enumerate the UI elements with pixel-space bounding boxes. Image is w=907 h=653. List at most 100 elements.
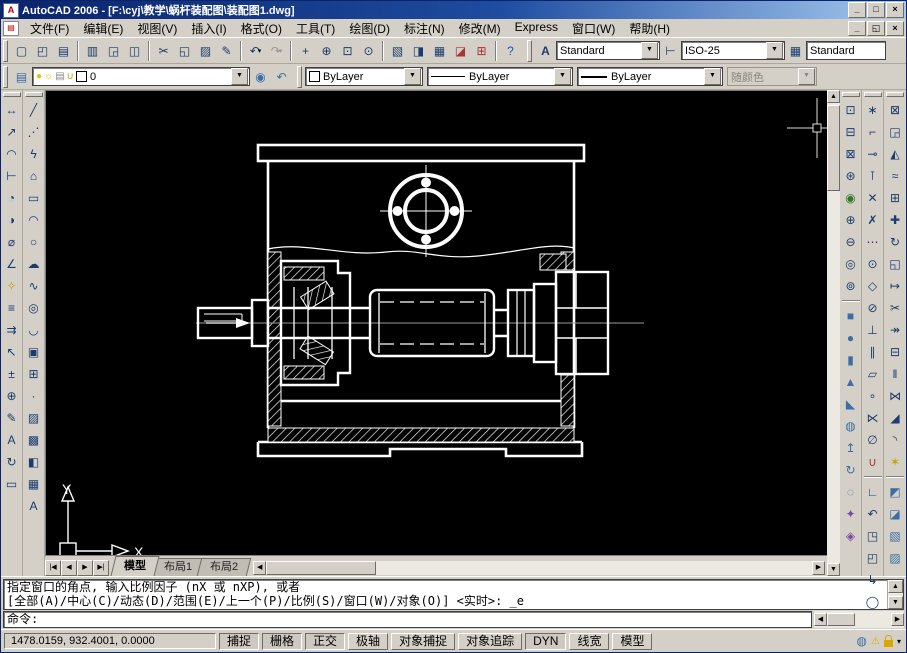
toolbar-grip[interactable] [864, 92, 882, 97]
menu-工具t[interactable]: 工具(T) [289, 19, 342, 38]
color-combo-arrow-icon[interactable]: ▼ [404, 68, 421, 85]
rotate-button[interactable]: ↻ [884, 231, 906, 253]
zoom-previous-button[interactable]: ⊙ [358, 40, 379, 61]
move-button[interactable]: ✚ [884, 209, 906, 231]
snap-to-parallel-button[interactable]: ∥ [862, 341, 884, 363]
ellipse-button[interactable]: ◎ [23, 297, 45, 319]
ucs-face-button[interactable]: ◳ [862, 525, 884, 547]
scale-button[interactable]: ◱ [884, 253, 906, 275]
ucs-previous-button[interactable]: ↶ [862, 503, 884, 525]
sphere-surface-button[interactable]: ● [840, 327, 862, 349]
lineweight-combo[interactable]: ByLayer▼ [577, 67, 723, 86]
snap-to-insert-button[interactable]: ▱ [862, 363, 884, 385]
erase-button[interactable]: ⊠ [884, 99, 906, 121]
join-button[interactable]: ⋈ [884, 385, 906, 407]
snap-to-none-button[interactable]: ∅ [862, 429, 884, 451]
bring-to-front-button[interactable]: ◩ [884, 481, 906, 503]
layer-properties-manager-button[interactable]: ▤ [11, 66, 32, 87]
close-button[interactable]: × [886, 2, 904, 18]
linetype-combo[interactable]: ByLayer▼ [427, 67, 573, 86]
paste-button[interactable]: ▨ [195, 40, 216, 61]
cylinder-surface-button[interactable]: ▮ [840, 349, 862, 371]
temporary-track-point-button[interactable]: ∗ [862, 99, 884, 121]
menu-视图v[interactable]: 视图(V) [130, 19, 184, 38]
pan-realtime-button[interactable]: + [295, 40, 316, 61]
status-toggle-线宽[interactable]: 线宽 [569, 633, 609, 650]
status-toggle-模型[interactable]: 模型 [612, 633, 652, 650]
redo-button[interactable]: ↷▾ [266, 40, 287, 61]
menu-格式o[interactable]: 格式(O) [234, 19, 289, 38]
minimize-button[interactable]: _ [848, 2, 866, 18]
snap-to-endpoint-button[interactable]: ⊸ [862, 143, 884, 165]
communication-center-icon[interactable]: ◍ [857, 634, 867, 648]
tool-palettes-button[interactable]: ▦ [429, 40, 450, 61]
menu-标注n[interactable]: 标注(N) [397, 19, 452, 38]
match-properties-button[interactable]: ✎ [216, 40, 237, 61]
copy-object-button[interactable]: ◲ [884, 121, 906, 143]
menu-编辑e[interactable]: 编辑(E) [76, 19, 130, 38]
dim-style-icon[interactable]: ⊢ [660, 40, 681, 61]
explode-button[interactable]: ✶ [884, 451, 906, 473]
zoom-in-button[interactable]: ⊕ [840, 209, 862, 231]
tab-prev-button[interactable]: ◀ [61, 560, 77, 576]
center-mark-button[interactable]: ⊕ [1, 385, 23, 407]
toolbar-grip[interactable] [25, 92, 43, 97]
status-toggle-对象追踪[interactable]: 对象追踪 [458, 633, 522, 650]
array-button[interactable]: ⊞ [884, 187, 906, 209]
table-button[interactable]: ▦ [23, 473, 45, 495]
menu-帮助h[interactable]: 帮助(H) [622, 19, 677, 38]
tray-menu-arrow-icon[interactable]: ▾ [897, 637, 901, 646]
color-combo[interactable]: ByLayer▼ [305, 67, 423, 86]
ucs-button[interactable]: ∟ [862, 481, 884, 503]
jogged-dimension-button[interactable]: ◑ [1, 209, 23, 231]
maximize-button[interactable]: □ [867, 2, 885, 18]
snap-to-tangent-button[interactable]: ⊘ [862, 297, 884, 319]
zoom-realtime-button[interactable]: ⊕ [316, 40, 337, 61]
snap-to-nearest-button[interactable]: ⋉ [862, 407, 884, 429]
ellipse-arc-button[interactable]: ◡ [23, 319, 45, 341]
dimension-style-button[interactable]: ▭ [1, 473, 23, 495]
insert-block-button[interactable]: ▣ [23, 341, 45, 363]
doc-minimize-button[interactable]: _ [848, 21, 866, 36]
radius-dimension-button[interactable]: ◔ [1, 187, 23, 209]
snap-to-midpoint-button[interactable]: ⊺ [862, 165, 884, 187]
revolve-button[interactable]: ↻ [840, 459, 862, 481]
ucs-origin-button[interactable]: ↳ [862, 569, 884, 591]
table-style-combo[interactable]: Standard [806, 41, 886, 60]
diameter-dimension-button[interactable]: ⌀ [1, 231, 23, 253]
toolbar-grip[interactable] [886, 92, 904, 97]
undo-button-dropdown-icon[interactable]: ▾ [258, 47, 262, 55]
circle-button[interactable]: ○ [23, 231, 45, 253]
command-vertical-scrollbar[interactable]: ▲ ▼ [887, 580, 903, 609]
plot-button[interactable]: ▥ [82, 40, 103, 61]
layer-combo[interactable]: ●☼▤∪ 0 ▼ [32, 67, 250, 86]
stretch-button[interactable]: ↦ [884, 275, 906, 297]
horizontal-scroll-thumb[interactable] [266, 561, 376, 575]
command-scroll-left-icon[interactable]: ◀ [814, 613, 827, 626]
publish-button[interactable]: ◫ [124, 40, 145, 61]
polyline-button[interactable]: ϟ [23, 143, 45, 165]
menu-绘图d[interactable]: 绘图(D) [342, 19, 397, 38]
toolbar-grip[interactable] [842, 92, 860, 97]
polygon-button[interactable]: ⌂ [23, 165, 45, 187]
scroll-up-icon[interactable]: ▲ [827, 90, 840, 103]
break-button[interactable]: ‖ [884, 363, 906, 385]
text-style-icon[interactable]: A [535, 40, 556, 61]
ucs-object-button[interactable]: ◰ [862, 547, 884, 569]
properties-palette-button[interactable]: ▧ [387, 40, 408, 61]
plot-preview-button[interactable]: ◲ [103, 40, 124, 61]
ucs-world-button[interactable]: ◯ [862, 591, 884, 613]
zoom-out-button[interactable]: ⊖ [840, 231, 862, 253]
toolbar-lock-icon[interactable] [884, 640, 893, 647]
tab-布局2[interactable]: 布局2 [197, 558, 252, 576]
offset-button[interactable]: ≈ [884, 165, 906, 187]
rectangle-button[interactable]: ▭ [23, 187, 45, 209]
break-at-point-button[interactable]: ⊟ [884, 341, 906, 363]
doc-restore-button[interactable]: ◱ [867, 21, 885, 36]
snap-to-extension-button[interactable]: ⋯ [862, 231, 884, 253]
snap-to-quadrant-button[interactable]: ◇ [862, 275, 884, 297]
doc-close-button[interactable]: × [886, 21, 904, 36]
tab-模型[interactable]: 模型 [111, 556, 160, 576]
baseline-dimension-button[interactable]: ≡ [1, 297, 23, 319]
help-button[interactable]: ? [500, 40, 521, 61]
